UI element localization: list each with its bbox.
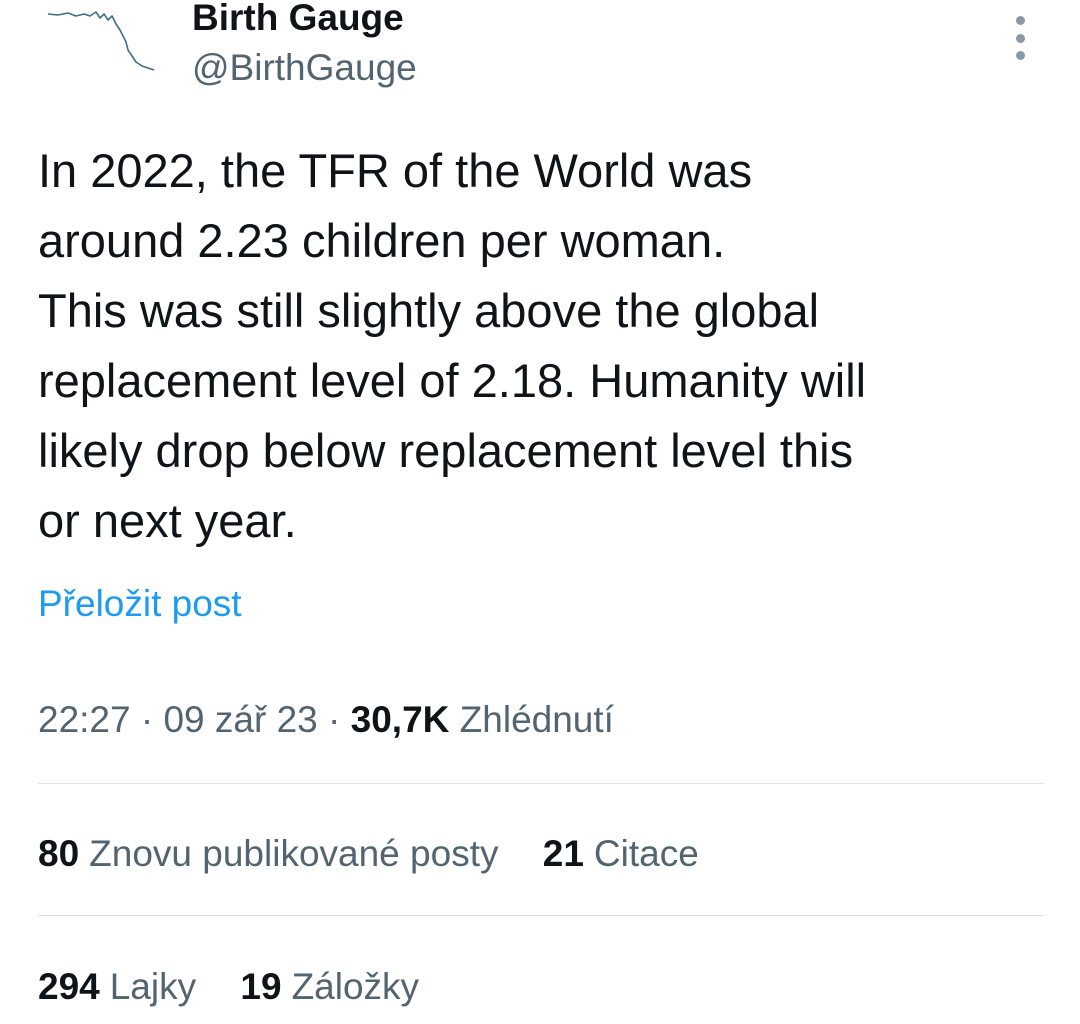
engagement-row-1: 80 Znovu publikované posty 21 Citace (38, 830, 733, 878)
reposts-stat[interactable]: 80 Znovu publikované posty (38, 830, 498, 878)
meta-separator: · (328, 699, 351, 740)
meta-separator: · (140, 699, 164, 740)
divider (38, 783, 1044, 784)
author-info: Birth Gauge @BirthGauge (192, 0, 417, 94)
more-options-icon (1015, 16, 1025, 25)
quotes-count: 21 (542, 833, 584, 874)
tweet-time[interactable]: 22:27 (38, 699, 131, 740)
bookmarks-stat[interactable]: 19 Záložky (240, 963, 419, 1011)
reposts-count: 80 (38, 833, 80, 874)
bookmarks-count: 19 (240, 966, 282, 1007)
more-options-button[interactable] (1006, 16, 1034, 60)
quotes-stat[interactable]: 21 Citace (543, 830, 699, 878)
tweet-text: In 2022, the TFR of the World was around… (38, 144, 867, 547)
author-handle[interactable]: @BirthGauge (192, 42, 417, 94)
divider (38, 915, 1044, 916)
translate-post-link[interactable]: Přeložit post (38, 580, 242, 628)
tweet-date[interactable]: 09 zář 23 (163, 699, 317, 740)
engagement-row-2: 294 Lajky 19 Záložky (38, 963, 453, 1011)
declining-line-chart-icon (47, 11, 155, 71)
reposts-label: Znovu publikované posty (89, 833, 499, 874)
likes-stat[interactable]: 294 Lajky (38, 963, 196, 1011)
quotes-label: Citace (593, 833, 699, 874)
likes-count: 294 (38, 966, 100, 1007)
bookmarks-label: Záložky (291, 966, 420, 1007)
views-count: 30,7K (350, 699, 450, 740)
likes-label: Lajky (109, 966, 197, 1007)
author-display-name[interactable]: Birth Gauge (192, 0, 417, 42)
avatar[interactable] (38, 0, 158, 80)
tweet-meta: 22:27 · 09 zář 23 · 30,7K Zhlédnutí (38, 696, 614, 744)
views-label: Zhlédnutí (459, 699, 614, 740)
